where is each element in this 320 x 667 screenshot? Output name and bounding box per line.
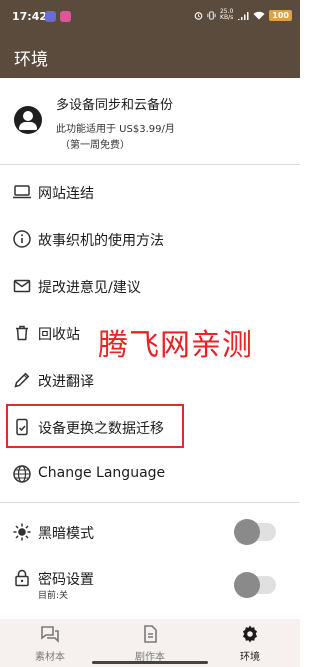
status-time: 17:42 bbox=[12, 10, 48, 23]
gear-icon bbox=[242, 625, 258, 643]
vibrate-icon bbox=[207, 10, 216, 20]
dark-mode-toggle[interactable] bbox=[234, 519, 276, 545]
divider bbox=[0, 502, 300, 503]
app-bar: 环境 bbox=[0, 34, 300, 78]
cloud-sync-trial: （第一周免费） bbox=[60, 140, 130, 151]
document-icon bbox=[144, 625, 157, 643]
cloud-sync-price: 此功能适用于 US$3.99/月 bbox=[56, 124, 175, 135]
alarm-icon bbox=[194, 11, 203, 20]
password-status: 目前:关 bbox=[38, 591, 69, 601]
menu-item-usage-guide[interactable]: 故事织机的使用方法 bbox=[0, 219, 300, 259]
nav-item-scripts[interactable]: 剧作本 bbox=[100, 619, 200, 667]
network-speed-unit: KB/s bbox=[220, 14, 234, 21]
status-indicators: 25.0 KB/s 100 bbox=[194, 9, 292, 21]
nav-item-label: 环境 bbox=[240, 652, 260, 663]
nav-item-materials[interactable]: 素材本 bbox=[0, 619, 100, 667]
cloud-sync-banner[interactable]: 多设备同步和云备份 此功能适用于 US$3.99/月 （第一周免费） bbox=[0, 80, 300, 160]
laptop-icon bbox=[13, 185, 31, 199]
battery-indicator: 100 bbox=[269, 9, 292, 21]
info-icon bbox=[13, 230, 31, 248]
page-title: 环境 bbox=[14, 50, 48, 70]
menu-item-label: 回收站 bbox=[38, 327, 80, 343]
setting-label: 密码设置 bbox=[38, 572, 94, 588]
watermark-text: 腾飞网亲测 bbox=[98, 328, 253, 363]
menu-item-label: 网站连结 bbox=[38, 186, 94, 202]
globe-icon bbox=[13, 465, 31, 483]
trash-icon bbox=[16, 325, 28, 341]
brightness-icon bbox=[13, 523, 31, 541]
menu-item-improve-translation[interactable]: 改进翻译 bbox=[0, 360, 300, 400]
menu-item-feedback[interactable]: 提改进意见/建议 bbox=[0, 266, 300, 306]
signal-icon bbox=[238, 11, 249, 20]
account-avatar-icon bbox=[14, 106, 42, 134]
password-toggle[interactable] bbox=[234, 572, 276, 598]
network-speed: 25.0 KB/s bbox=[220, 9, 233, 21]
nav-item-label: 素材本 bbox=[35, 652, 65, 663]
menu-item-label: Change Language bbox=[38, 465, 166, 481]
menu-item-label: 改进翻译 bbox=[38, 374, 94, 390]
status-bar: 17:42 25.0 KB/s 100 bbox=[0, 0, 300, 34]
toggle-thumb bbox=[234, 519, 260, 545]
menu-item-website-link[interactable]: 网站连结 bbox=[0, 172, 300, 212]
nav-item-settings[interactable]: 环境 bbox=[200, 619, 300, 667]
app-notification-icon bbox=[60, 11, 71, 22]
pencil-icon bbox=[14, 372, 30, 388]
notification-icons bbox=[45, 11, 71, 22]
app-notification-icon bbox=[45, 11, 56, 22]
menu-item-label: 提改进意见/建议 bbox=[38, 280, 141, 296]
lock-icon bbox=[15, 569, 29, 587]
divider bbox=[0, 164, 300, 165]
menu-item-label: 故事织机的使用方法 bbox=[38, 233, 164, 249]
cloud-sync-title: 多设备同步和云备份 bbox=[56, 98, 174, 113]
gesture-bar bbox=[92, 661, 208, 664]
menu-item-change-language[interactable]: Change Language bbox=[0, 454, 300, 494]
setting-label: 黑暗模式 bbox=[38, 526, 94, 542]
mail-icon bbox=[13, 279, 31, 293]
highlight-annotation bbox=[6, 404, 184, 448]
wifi-icon bbox=[253, 11, 265, 19]
forum-icon bbox=[41, 626, 59, 643]
toggle-thumb bbox=[234, 572, 260, 598]
bottom-navigation: 素材本 剧作本 环境 bbox=[0, 619, 300, 667]
